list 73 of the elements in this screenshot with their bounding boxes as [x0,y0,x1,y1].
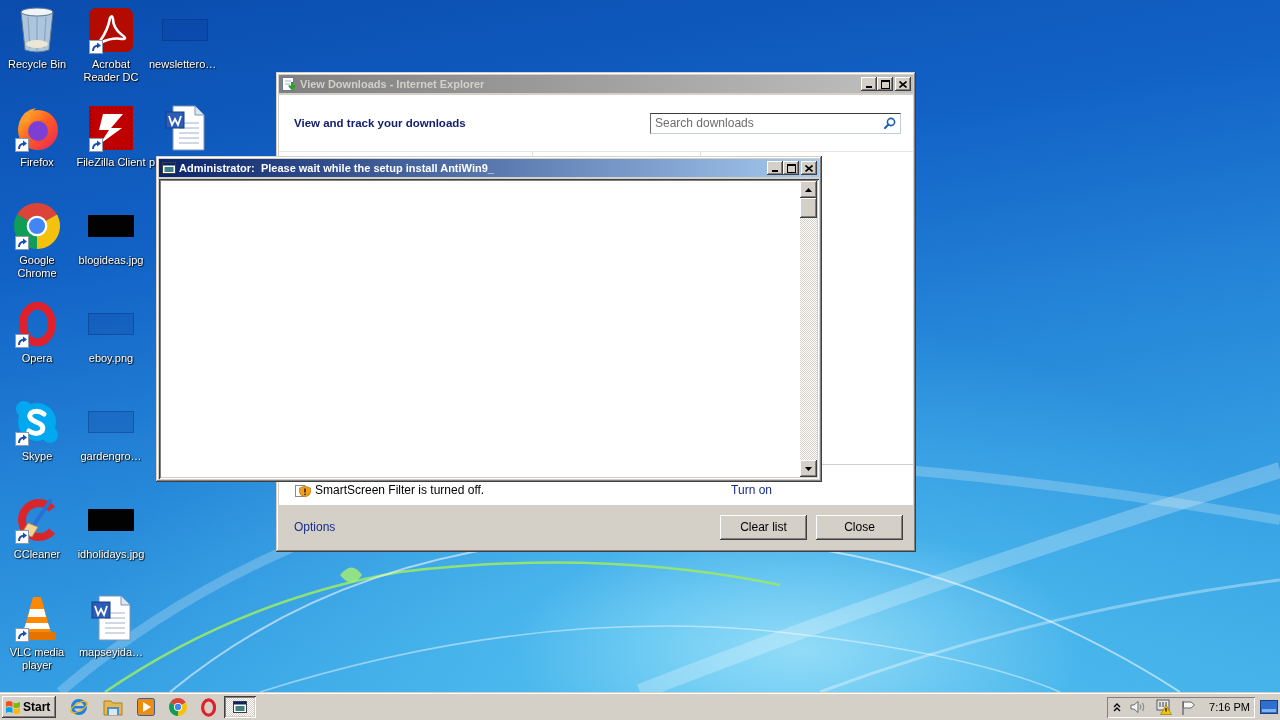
word-document-icon [91,595,131,641]
image-thumbnail [88,509,134,531]
close-button[interactable] [895,77,911,91]
scrollbar-thumb[interactable] [800,198,817,218]
desktop-icon-label[interactable]: CCleaner [12,548,62,561]
console-window-icon[interactable] [233,701,248,713]
image-thumbnail [162,19,208,41]
up-arrow-icon [805,187,812,192]
desktop-icon-label[interactable]: eboy.png [87,352,135,365]
media-player-icon[interactable] [137,698,155,716]
show-desktop-icon[interactable] [1260,700,1278,714]
chrome-icon[interactable] [169,698,187,716]
folder-icon[interactable] [103,698,123,716]
desktop-icon-label[interactable]: Opera [20,352,54,365]
recycle-bin-icon [19,7,55,53]
close-icon [899,80,907,88]
warning-shield-icon [295,483,311,497]
vertical-scrollbar[interactable] [800,181,817,477]
opera-icon [18,301,56,347]
filezilla-icon [89,106,133,150]
desktop-icon-label[interactable]: Firefox [19,156,55,169]
maximize-icon [880,79,890,89]
maximize-button[interactable] [877,77,893,91]
smartscreen-notice: SmartScreen Filter is turned off. [315,483,485,497]
desktop-icon-label[interactable]: newslettero… [148,58,218,71]
desktop-icon-label[interactable]: Acrobat Reader DC [74,58,148,84]
close-dialog-button[interactable]: Close [816,514,903,540]
turn-on-link[interactable]: Turn on [731,483,772,497]
minimize-icon [772,170,778,172]
desktop-icon-label[interactable]: p [148,156,157,169]
image-thumbnail [88,215,134,237]
taskbar-window-button[interactable] [224,696,257,718]
opera-icon[interactable] [201,697,217,717]
downloads-heading: View and track your downloads [294,117,466,129]
image-thumbnail [88,313,134,335]
word-document-icon [165,105,205,151]
desktop-icon-label[interactable]: Skype [20,450,54,463]
scroll-up-button[interactable] [800,181,817,198]
maximize-icon [786,163,796,173]
desktop-icon-label[interactable]: blogideas.jpg [77,254,145,267]
desktop-icon-label[interactable]: idholidays.jpg [76,548,146,561]
close-button[interactable] [801,161,817,175]
flag-icon[interactable] [1181,699,1196,715]
down-arrow-icon [805,466,812,471]
minimize-button[interactable] [861,77,877,91]
desktop-icon-label[interactable]: FileZilla Client [75,156,147,169]
start-button[interactable]: Start [2,696,56,718]
speaker-icon[interactable] [1130,700,1146,714]
pdf-reader-icon [89,8,133,52]
minimize-button[interactable] [767,161,783,175]
options-link[interactable]: Options [294,520,336,534]
search-icon [884,116,896,129]
scroll-down-button[interactable] [800,460,817,477]
desktop-icon-label[interactable]: gardengro… [79,450,143,463]
window-title: Administrator: Please wait while the setup install AntiWin9_ [179,162,494,174]
chrome-icon [14,203,60,249]
four-color-flag-icon [5,699,21,715]
maximize-button[interactable] [783,161,799,175]
window-title: View Downloads - Internet Explorer [300,78,485,90]
downloads-window-icon [282,76,297,92]
skype-icon [15,400,59,444]
close-icon [805,164,813,172]
minimize-icon [866,86,872,88]
chevron-up-icon[interactable] [1113,702,1121,712]
internet-explorer-icon[interactable] [69,697,89,717]
image-thumbnail [88,411,134,433]
taskbar-clock[interactable]: 7:16 PM [1209,701,1250,713]
clear-list-button[interactable]: Clear list [720,514,807,540]
desktop-icon-label[interactable]: Recycle Bin [6,58,68,71]
console-window-icon [162,162,176,174]
search-field[interactable]: Search downloads [650,112,901,134]
network-warning-icon[interactable] [1155,699,1172,715]
desktop-icon-label[interactable]: Google Chrome [0,254,74,280]
